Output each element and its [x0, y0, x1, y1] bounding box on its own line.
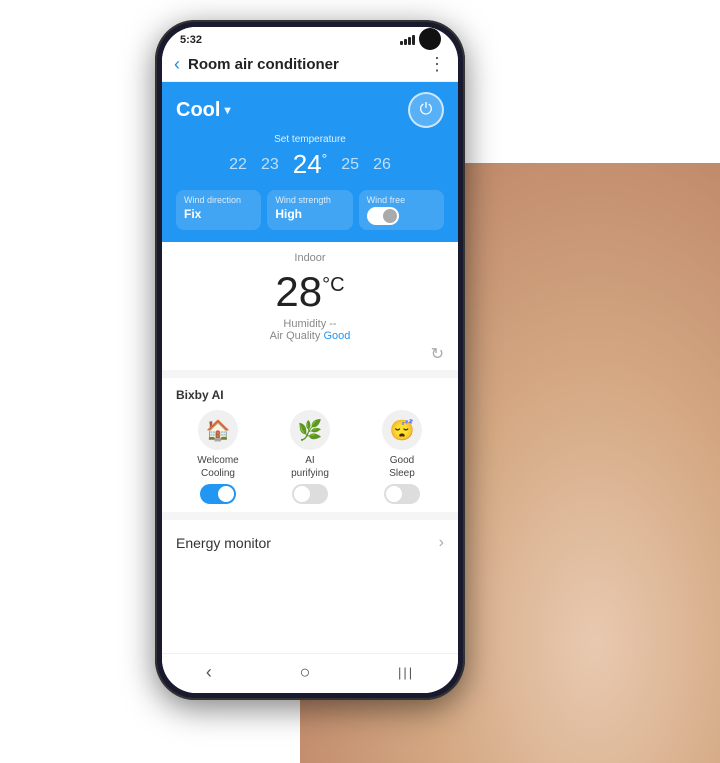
- temp-24-active[interactable]: 24°: [293, 149, 328, 180]
- bixby-welcome-cooling: 🏠 WelcomeCooling: [176, 410, 260, 504]
- energy-monitor-label: Energy monitor: [176, 535, 271, 551]
- good-sleep-icon: 😴: [382, 410, 422, 450]
- settings-row: Wind direction Fix Wind strength High Wi…: [176, 190, 444, 230]
- indoor-section: Indoor 28°C Humidity -- Air Quality Good…: [162, 242, 458, 378]
- page-title: Room air conditioner: [188, 56, 420, 73]
- temp-26[interactable]: 26: [373, 156, 391, 174]
- good-sleep-label: GoodSleep: [389, 454, 415, 480]
- mode-row: Cool ▾ ⏻: [176, 92, 444, 128]
- indoor-title: Indoor: [176, 252, 444, 264]
- welcome-cooling-label: WelcomeCooling: [197, 454, 239, 480]
- status-bar: 5:32 ▲ ▮: [162, 27, 458, 48]
- bottom-navigation: ‹ ○ |||: [162, 653, 458, 693]
- bixby-good-sleep: 😴 GoodSleep: [360, 410, 444, 504]
- good-sleep-toggle[interactable]: [384, 484, 420, 504]
- camera-notch: [419, 28, 441, 50]
- wind-free-control[interactable]: Wind free: [359, 190, 444, 230]
- mode-selector[interactable]: Cool ▾: [176, 99, 230, 122]
- indoor-air-quality: Air Quality Good: [176, 330, 444, 342]
- signal-icon: [400, 35, 415, 45]
- wind-direction-control[interactable]: Wind direction Fix: [176, 190, 261, 230]
- back-button[interactable]: ‹: [174, 54, 180, 75]
- temperature-selector[interactable]: 22 23 24° 25 26: [176, 149, 444, 180]
- scene: 5:32 ▲ ▮ ‹ Room air conditioner ⋮: [0, 0, 720, 763]
- wind-free-label: Wind free: [367, 195, 436, 205]
- phone-screen: 5:32 ▲ ▮ ‹ Room air conditioner ⋮: [162, 27, 458, 693]
- ai-purifying-toggle[interactable]: [292, 484, 328, 504]
- welcome-cooling-toggle[interactable]: [200, 484, 236, 504]
- nav-back-button[interactable]: ‹: [206, 662, 212, 683]
- air-quality-value: Good: [323, 330, 350, 342]
- air-quality-label: Air Quality: [270, 330, 321, 342]
- set-temperature-label: Set temperature: [176, 134, 444, 145]
- wind-direction-value: Fix: [184, 207, 253, 221]
- ai-purifying-label: AIpurifying: [291, 454, 329, 480]
- wind-direction-label: Wind direction: [184, 195, 253, 205]
- nav-home-button[interactable]: ○: [299, 662, 310, 683]
- power-icon: ⏻: [420, 101, 433, 119]
- wind-strength-value: High: [275, 207, 344, 221]
- mode-dropdown-icon: ▾: [224, 103, 230, 117]
- degree-symbol: °: [322, 150, 328, 166]
- indoor-temp-value: 28: [275, 268, 322, 315]
- bixby-ai-purifying: 🌿 AIpurifying: [268, 410, 352, 504]
- app-header: ‹ Room air conditioner ⋮: [162, 48, 458, 82]
- ai-purifying-icon: 🌿: [290, 410, 330, 450]
- indoor-temperature: 28°C: [176, 268, 444, 316]
- wind-strength-control[interactable]: Wind strength High: [267, 190, 352, 230]
- temp-23[interactable]: 23: [261, 156, 279, 174]
- bixby-items: 🏠 WelcomeCooling 🌿 AIpurifying 😴 GoodSle…: [176, 410, 444, 504]
- refresh-button[interactable]: ↻: [176, 344, 444, 364]
- more-menu-button[interactable]: ⋮: [428, 54, 446, 75]
- phone-shell: 5:32 ▲ ▮ ‹ Room air conditioner ⋮: [155, 20, 465, 700]
- power-button[interactable]: ⏻: [408, 92, 444, 128]
- bixby-section: Bixby AI 🏠 WelcomeCooling 🌿 AIpurifying …: [162, 378, 458, 520]
- mode-label-text: Cool: [176, 99, 220, 122]
- bixby-title: Bixby AI: [176, 388, 444, 402]
- indoor-temp-unit: °C: [322, 274, 344, 296]
- indoor-humidity: Humidity --: [176, 318, 444, 330]
- wind-strength-label: Wind strength: [275, 195, 344, 205]
- nav-recent-button[interactable]: |||: [398, 665, 414, 680]
- wind-free-toggle[interactable]: [367, 207, 399, 225]
- temp-25[interactable]: 25: [341, 156, 359, 174]
- control-panel: Cool ▾ ⏻ Set temperature 22 23 24° 25 26: [162, 82, 458, 242]
- welcome-cooling-icon: 🏠: [198, 410, 238, 450]
- energy-monitor-section[interactable]: Energy monitor ›: [162, 520, 458, 566]
- status-time: 5:32: [180, 34, 202, 46]
- energy-monitor-arrow: ›: [439, 534, 444, 552]
- temp-22[interactable]: 22: [229, 156, 247, 174]
